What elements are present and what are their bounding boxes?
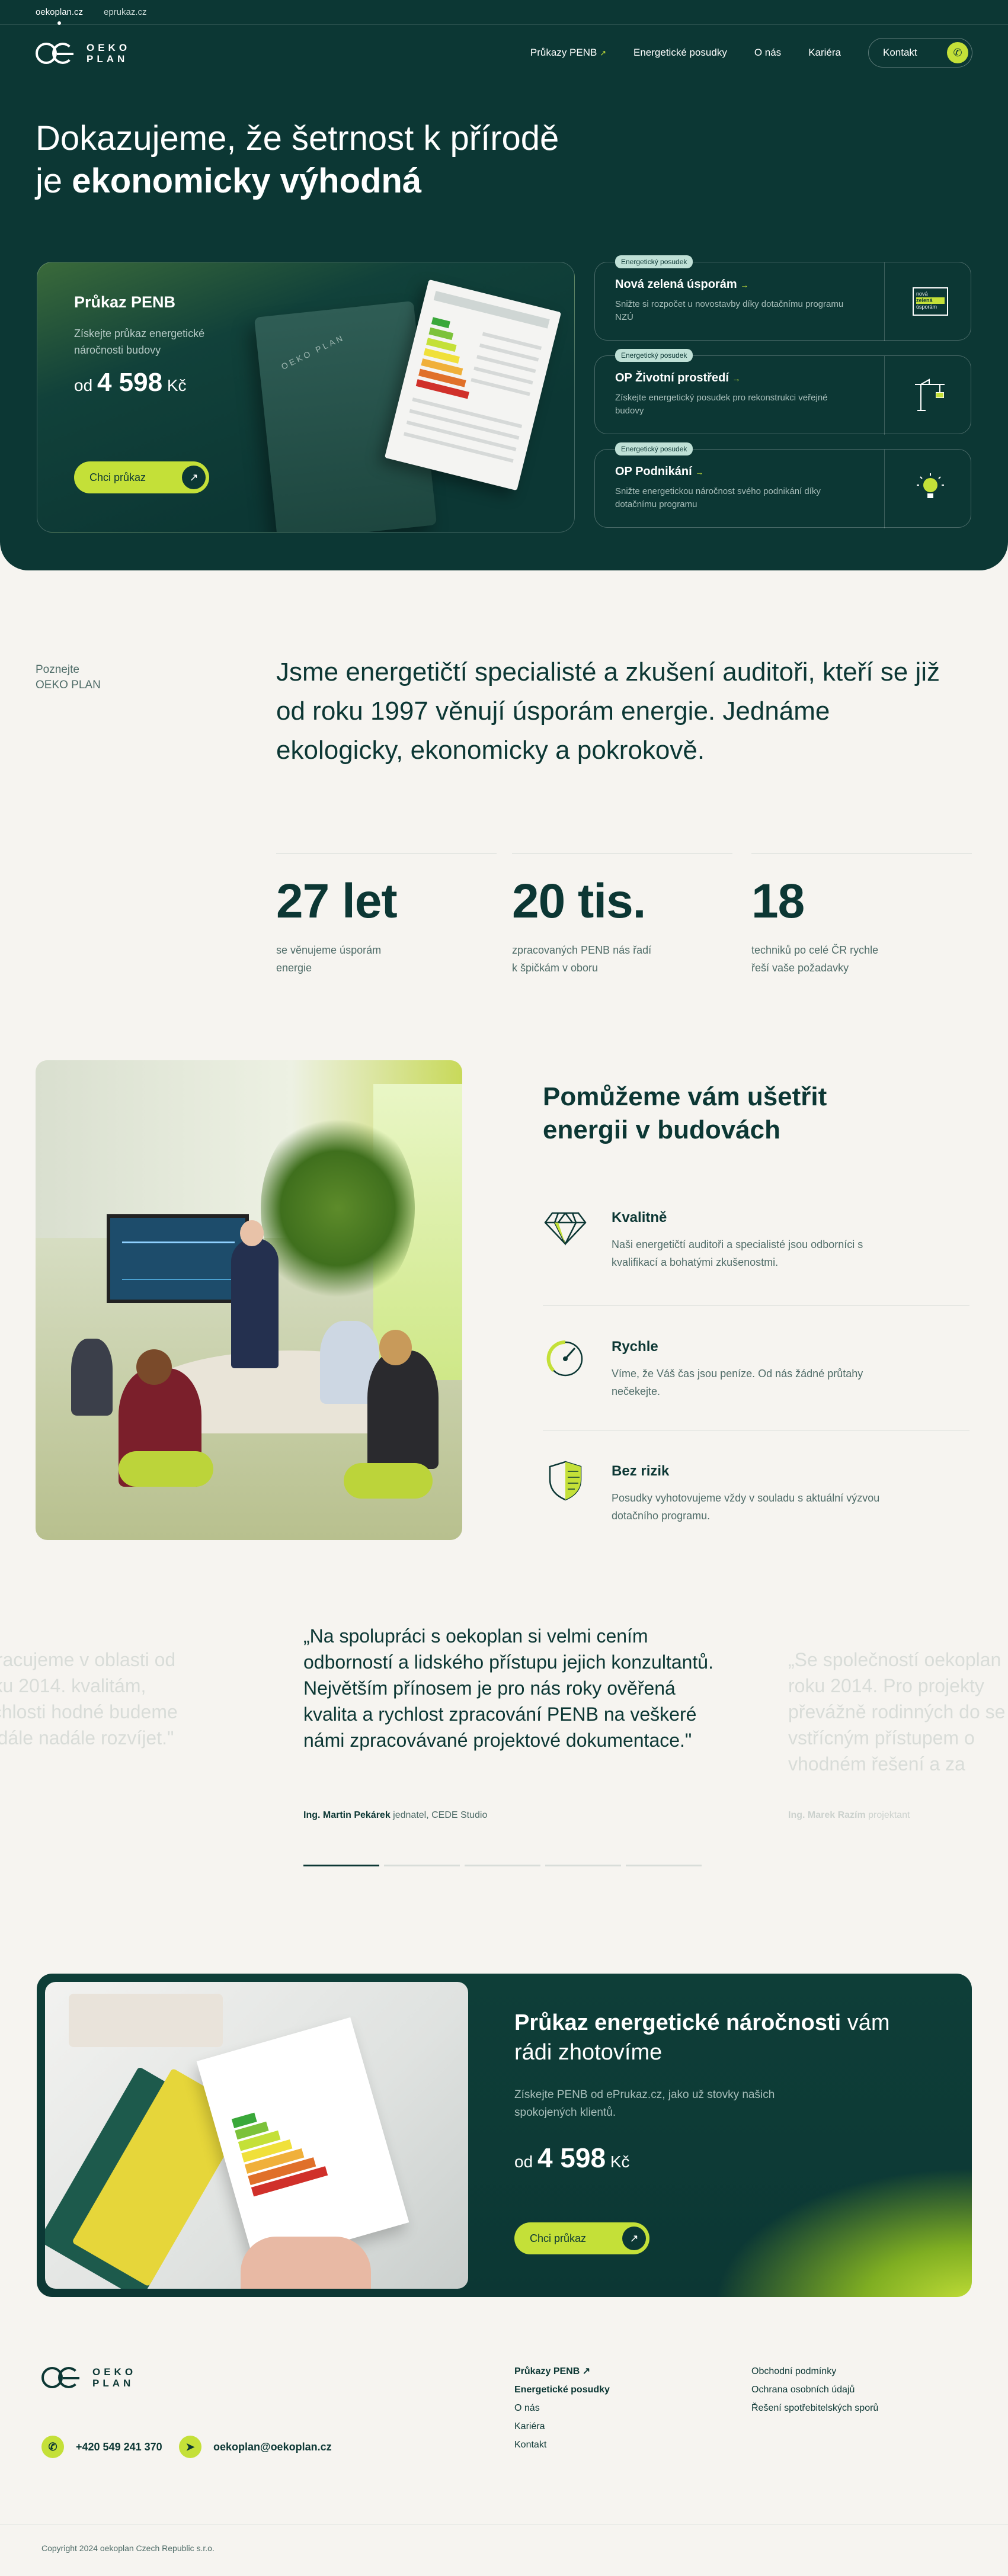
contact-button[interactable]: Kontakt ✆ bbox=[868, 38, 972, 68]
footer-nav-legal: Obchodní podmínky Ochrana osobních údajů… bbox=[751, 2362, 878, 2417]
testimonial-pagination bbox=[303, 1865, 706, 1866]
diamond-icon bbox=[543, 1205, 588, 1250]
slide-dot[interactable] bbox=[303, 1865, 379, 1866]
presentation-screen bbox=[107, 1214, 249, 1303]
arrow-up-right-icon: ↗ bbox=[622, 2227, 646, 2250]
send-icon: ➤ bbox=[179, 2436, 201, 2458]
logo-word-1: OEKO bbox=[87, 42, 131, 53]
cta-photo bbox=[45, 1982, 468, 2289]
stat-years: 27 let se věnujeme úsporám energie bbox=[276, 853, 497, 977]
intro-label: Poznejte OEKO PLAN bbox=[36, 663, 101, 691]
program-tag: Energetický posudek bbox=[615, 349, 693, 362]
testimonial-prev[interactable]: spracujeme v oblasti od roku 2014. kvali… bbox=[0, 1647, 201, 1751]
arrow-right-icon: → bbox=[732, 374, 741, 383]
program-tag: Energetický posudek bbox=[615, 442, 693, 455]
feature-fast: Rychle Víme, že Váš čas jsou peníze. Od … bbox=[543, 1334, 969, 1423]
copyright: Copyright 2024 oekoplan Czech Republic s… bbox=[41, 2543, 215, 2553]
program-card-nzu[interactable]: Energetický posudek Nová zelená úsporám … bbox=[594, 255, 971, 341]
footer-link-reseni-sporu[interactable]: Řešení spotřebitelských sporů bbox=[751, 2399, 878, 2417]
testimonial-author: Ing. Martin Pekárek jednatel, CEDE Studi… bbox=[303, 1810, 488, 1820]
penb-card-button[interactable]: Chci průkaz ↗ bbox=[74, 461, 209, 493]
footer-link-kontakt[interactable]: Kontakt bbox=[514, 2436, 610, 2454]
shield-icon bbox=[543, 1458, 588, 1503]
topbar-link-oekoplan[interactable]: oekoplan.cz bbox=[36, 7, 83, 25]
arrow-up-right-icon: ↗ bbox=[182, 466, 206, 489]
testimonial-quote: „Na spolupráci s oekoplan si velmi cením… bbox=[303, 1625, 713, 1751]
meeting-photo bbox=[36, 1060, 462, 1540]
nav-item-prukazy-penb[interactable]: Průkazy PENB ↗ bbox=[530, 47, 606, 59]
nav-item-energeticke-posudky[interactable]: Energetické posudky bbox=[633, 47, 727, 59]
program-card-op-podnikani[interactable]: Energetický posudek OP Podnikání → Snižt… bbox=[594, 442, 971, 528]
arrow-right-icon: → bbox=[740, 280, 749, 290]
penb-card-price: od 4 598 Kč bbox=[74, 368, 187, 397]
phone-icon: ✆ bbox=[41, 2436, 64, 2458]
testimonial-next[interactable]: „Se společností oekoplan roku 2014. Pro … bbox=[788, 1647, 1008, 1777]
hero-title: Dokazujeme, že šetrnost k přírodě je eko… bbox=[36, 119, 559, 200]
cta-title: Průkaz energetické náročnosti vám rádi z… bbox=[514, 2010, 890, 2065]
slide-dot[interactable] bbox=[465, 1865, 540, 1866]
footer-phone[interactable]: ✆ +420 549 241 370 bbox=[41, 2436, 162, 2458]
hero-section: oekoplan.cz eprukaz.cz OEKO PLAN Průkazy … bbox=[0, 0, 1008, 570]
nzu-logo-icon: nová zelená úsporám bbox=[907, 284, 954, 319]
cta-button[interactable]: Chci průkaz ↗ bbox=[514, 2222, 649, 2254]
top-domain-bar: oekoplan.cz eprukaz.cz bbox=[0, 0, 1008, 25]
footer-email[interactable]: ➤ oekoplan@oekoplan.cz bbox=[179, 2436, 332, 2458]
header-logo[interactable]: OEKO PLAN bbox=[36, 41, 130, 65]
footer-link-energeticke-posudky[interactable]: Energetické posudky bbox=[514, 2381, 610, 2399]
footer-link-o-nas[interactable]: O nás bbox=[514, 2399, 610, 2417]
main-nav: Průkazy PENB ↗ Energetické posudky O nás… bbox=[530, 38, 972, 68]
phone-icon: ✆ bbox=[947, 42, 968, 63]
speedometer-icon bbox=[543, 1334, 588, 1379]
external-arrow-icon: ↗ bbox=[600, 49, 606, 57]
cta-banner: Průkaz energetické náročnosti vám rádi z… bbox=[37, 1974, 972, 2297]
features-title: Pomůžeme vám ušetřit energii v budovách bbox=[543, 1082, 827, 1144]
stat-technicians: 18 techniků po celé ČR rychle řeší vaše … bbox=[751, 853, 972, 977]
topbar-link-eprukaz[interactable]: eprukaz.cz bbox=[104, 7, 147, 17]
stat-penb-count: 20 tis. zpracovaných PENB nás řadí k špi… bbox=[512, 853, 732, 977]
penb-card-title: Průkaz PENB bbox=[74, 293, 176, 311]
penb-card[interactable]: Průkaz PENB Získejte průkaz energetické … bbox=[37, 262, 575, 532]
oe-logo-icon bbox=[36, 41, 81, 65]
penb-card-desc: Získejte průkaz energetické náročnosti b… bbox=[74, 328, 205, 356]
program-card-op-zivotni-prostredi[interactable]: Energetický posudek OP Životní prostředí… bbox=[594, 349, 971, 435]
footer-link-kariera[interactable]: Kariéra bbox=[514, 2417, 610, 2436]
testimonial-next-author: Ing. Marek Razím projektant bbox=[788, 1810, 910, 1820]
nav-item-o-nas[interactable]: O nás bbox=[754, 47, 781, 59]
feature-quality: Kvalitně Naši energetičtí auditoři a spe… bbox=[543, 1205, 969, 1294]
intro-text: Jsme energetičtí specialisté a zkušení a… bbox=[276, 657, 940, 765]
crane-icon bbox=[907, 377, 954, 413]
footer-nav-primary: Průkazy PENB ↗ Energetické posudky O nás… bbox=[514, 2362, 610, 2454]
lightbulb-icon bbox=[907, 471, 954, 506]
logo-word-2: PLAN bbox=[87, 53, 129, 65]
slide-dot[interactable] bbox=[626, 1865, 702, 1866]
nav-item-kariera[interactable]: Kariéra bbox=[808, 47, 841, 59]
oe-logo-icon bbox=[41, 2366, 87, 2389]
footer-link-prukazy-penb[interactable]: Průkazy PENB ↗ bbox=[514, 2362, 610, 2381]
footer-link-ochrana-udaju[interactable]: Ochrana osobních údajů bbox=[751, 2381, 878, 2399]
slide-dot[interactable] bbox=[545, 1865, 621, 1866]
feature-no-risk: Bez rizik Posudky vyhotovujeme vždy v so… bbox=[543, 1458, 969, 1547]
cta-price: od 4 598 Kč bbox=[514, 2142, 630, 2173]
arrow-right-icon: → bbox=[695, 467, 704, 477]
footer-link-obchodni-podminky[interactable]: Obchodní podmínky bbox=[751, 2362, 878, 2381]
slide-dot[interactable] bbox=[384, 1865, 460, 1866]
footer-logo[interactable]: OEKO PLAN bbox=[41, 2366, 136, 2389]
cta-desc: Získejte PENB od ePrukaz.cz, jako už sto… bbox=[514, 2089, 775, 2119]
program-tag: Energetický posudek bbox=[615, 255, 693, 268]
